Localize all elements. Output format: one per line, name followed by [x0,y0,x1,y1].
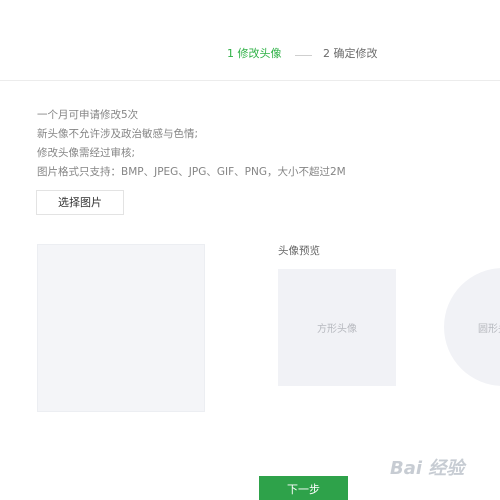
preview-title: 头像预览 [278,245,320,257]
rule-line: 修改头像需经过审核; [37,147,136,159]
step-modify-avatar: 1 修改头像 [227,47,282,60]
rule-line: 新头像不允许涉及政治敏感与色情; [37,128,199,140]
image-crop-area[interactable] [37,244,205,412]
avatar-edit-page: 1 修改头像 2 确定修改 一个月可申请修改5次 新头像不允许涉及政治敏感与色情… [0,0,500,500]
square-avatar-label: 方形头像 [317,324,357,335]
rule-line: 一个月可申请修改5次 [37,109,139,121]
step-divider [295,55,312,56]
step-indicator: 1 修改头像 2 确定修改 [0,0,500,81]
choose-image-button[interactable]: 选择图片 [36,190,124,215]
square-avatar-preview: 方形头像 [278,269,396,386]
circle-avatar-preview: 圆形头像 [444,268,500,386]
baidu-jingyan-watermark: Bai 经验 [384,450,496,486]
rule-line: 图片格式只支持：BMP、JPEG、JPG、GIF、PNG，大小不超过2M [37,166,346,178]
watermark-text: Bai 经验 [390,458,465,479]
circle-avatar-label: 圆形头像 [478,324,500,335]
next-step-button[interactable]: 下一步 [259,476,348,500]
step-confirm-modify: 2 确定修改 [323,47,378,60]
upload-rules: 一个月可申请修改5次 新头像不允许涉及政治敏感与色情; 修改头像需经过审核; 图… [37,106,346,182]
